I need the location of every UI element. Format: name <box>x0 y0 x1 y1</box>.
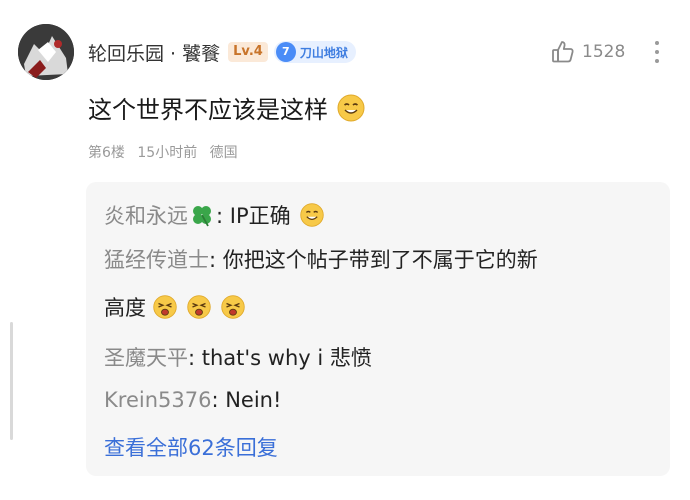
reply-item[interactable]: 圣魔天平 : that's why i 悲愤 <box>104 342 372 372</box>
reply-text: : that's why i 悲愤 <box>188 346 372 370</box>
floor-number: 第6楼 <box>88 145 125 161</box>
thumbs-up-icon <box>552 41 574 63</box>
reply-box: 炎和永远 : IP正确 猛经传道士 : 你把这个帖子带到了不属于它的新 高度 圣… <box>86 182 670 476</box>
level-badge: Lv.4 <box>228 42 268 62</box>
reply-text: : IP正确 <box>216 204 291 228</box>
reply-username[interactable]: 猛经传道士 <box>104 244 209 274</box>
reply-continuation: 高度 <box>104 292 246 322</box>
reply-text: : 你把这个帖子带到了不属于它的新 <box>209 248 538 272</box>
avatar[interactable] <box>18 24 74 80</box>
reply-username[interactable]: 炎和永远 <box>104 200 188 230</box>
fan-badge-label: 刀山地狱 <box>299 45 348 60</box>
reply-item[interactable]: 猛经传道士 : 你把这个帖子带到了不属于它的新 <box>104 244 538 274</box>
reply-text-continuation: 高度 <box>104 296 146 320</box>
tired-face-emoji-icon <box>221 295 245 319</box>
like-count: 1528 <box>582 42 626 62</box>
tired-face-emoji-icon <box>153 295 177 319</box>
post-meta: 第6楼 15小时前 德国 <box>88 142 246 162</box>
post-location: 德国 <box>209 145 238 161</box>
post-text: 这个世界不应该是这样 <box>88 96 328 124</box>
user-avatar-image <box>18 24 74 80</box>
reply-text: : Nein! <box>211 388 282 412</box>
fan-badge[interactable]: 7 刀山地狱 <box>273 41 356 63</box>
post-time: 15小时前 <box>137 145 198 161</box>
author-row: 轮回乐园 · 饕餮 Lv.4 7 刀山地狱 <box>88 36 356 68</box>
smile-emoji-icon <box>337 94 365 121</box>
reply-username[interactable]: 圣魔天平 <box>104 342 188 372</box>
comment-post: 轮回乐园 · 饕餮 Lv.4 7 刀山地狱 1528 这个世界不应该是这样 第6… <box>0 0 690 500</box>
tired-face-emoji-icon <box>187 295 211 319</box>
like-button[interactable]: 1528 <box>550 36 625 68</box>
author-name[interactable]: 轮回乐园 · 饕餮 <box>88 39 220 66</box>
reply-username[interactable]: Krein5376 <box>104 388 211 412</box>
view-all-replies-link[interactable]: 查看全部62条回复 <box>104 432 278 462</box>
reply-item[interactable]: Krein5376 : Nein! <box>104 388 281 412</box>
reply-item[interactable]: 炎和永远 : IP正确 <box>104 200 325 230</box>
smile-emoji-icon <box>299 203 324 227</box>
post-body: 这个世界不应该是这样 <box>88 90 366 125</box>
four-leaf-clover-icon <box>193 206 211 227</box>
more-vertical-icon[interactable] <box>650 38 664 66</box>
fan-badge-number: 7 <box>275 42 296 62</box>
